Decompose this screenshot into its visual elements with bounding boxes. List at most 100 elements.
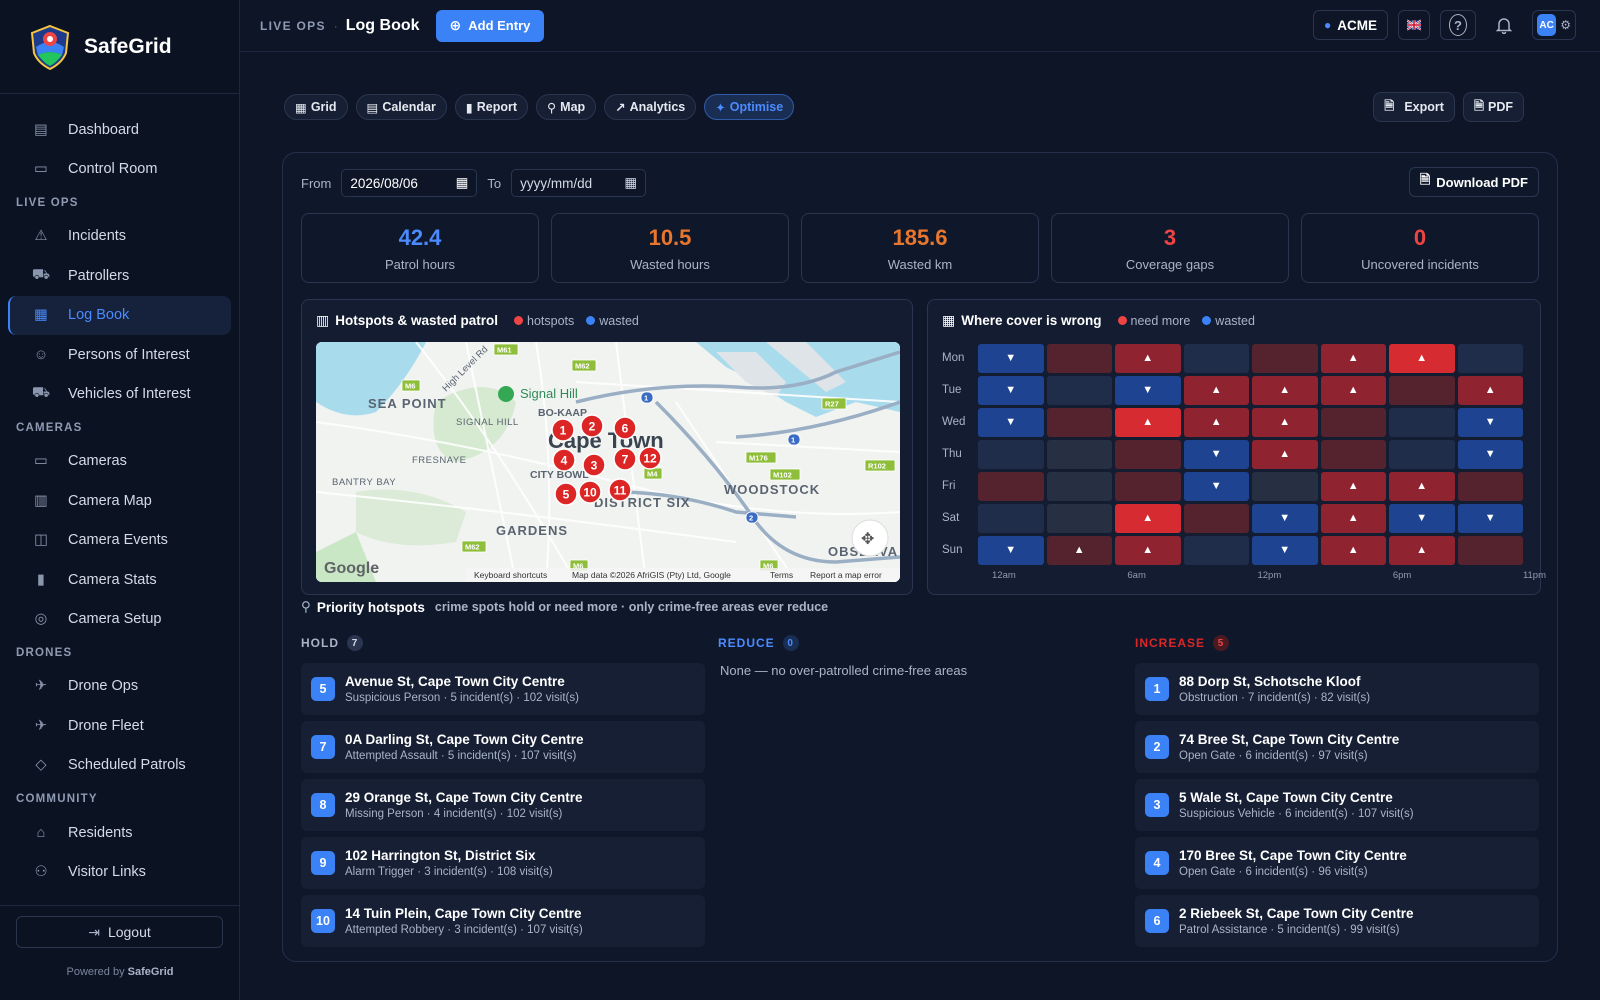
heatmap-cell[interactable]: ▲: [1320, 471, 1386, 501]
heatmap-cell[interactable]: ▲: [1115, 535, 1181, 565]
map-report-error[interactable]: Report a map error: [810, 570, 882, 580]
list-item[interactable]: 2 74 Bree St, Cape Town City Centre Open G…: [1135, 721, 1539, 773]
heatmap-cell[interactable]: ▲: [1320, 375, 1386, 405]
heatmap-cell[interactable]: [1115, 439, 1181, 469]
heatmap-cell[interactable]: [1046, 439, 1112, 469]
heatmap-cell[interactable]: ▼: [1183, 439, 1249, 469]
add-entry-button[interactable]: ⊕ Add Entry: [435, 9, 545, 42]
sidebar-item-incidents[interactable]: ⚠ Incidents: [8, 217, 231, 256]
breadcrumb[interactable]: LIVE OPS: [260, 19, 326, 33]
tab-optimise[interactable]: ✦ Optimise: [704, 94, 795, 120]
tab-grid[interactable]: ▦ Grid: [284, 94, 348, 120]
sidebar-item-residents[interactable]: ⌂ Residents: [8, 813, 231, 852]
list-item[interactable]: 6 2 Riebeek St, Cape Town City Centre Patr…: [1135, 895, 1539, 947]
heatmap-cell[interactable]: ▲: [1115, 343, 1181, 373]
hotspot-marker[interactable]: 12: [638, 446, 662, 470]
org-selector[interactable]: ● ACME: [1313, 10, 1388, 40]
logout-button[interactable]: ⇥ Logout: [16, 916, 223, 948]
heatmap-cell[interactable]: ▲: [1389, 343, 1455, 373]
list-item[interactable]: 9 102 Harrington St, District Six Alarm Tr…: [301, 837, 705, 889]
sidebar-item-vehicles-of-interest[interactable]: ⛟ Vehicles of Interest: [8, 374, 231, 413]
heatmap-cell[interactable]: ▲: [1389, 471, 1455, 501]
heatmap-cell[interactable]: ▲: [1183, 375, 1249, 405]
heatmap-cell[interactable]: [978, 503, 1044, 533]
sidebar-item-visitor-links[interactable]: ⚇ Visitor Links: [8, 852, 231, 891]
heatmap-cell[interactable]: [1046, 471, 1112, 501]
heatmap-cell[interactable]: ▲: [1320, 343, 1386, 373]
brand[interactable]: SafeGrid: [0, 0, 239, 94]
heatmap-cell[interactable]: ▲: [1389, 535, 1455, 565]
heatmap-cell[interactable]: ▼: [1183, 471, 1249, 501]
tab-report[interactable]: ▮ Report: [454, 94, 528, 120]
heatmap-cell[interactable]: ▲: [1115, 503, 1181, 533]
heatmap-cell[interactable]: ▼: [978, 407, 1044, 437]
list-item[interactable]: 10 14 Tuin Plein, Cape Town City Centre At…: [301, 895, 705, 947]
help-button[interactable]: ?: [1440, 10, 1476, 40]
heatmap-cell[interactable]: [1252, 343, 1318, 373]
list-item[interactable]: 8 29 Orange St, Cape Town City Centre Miss…: [301, 779, 705, 831]
sidebar-item-drone-ops[interactable]: ✈ Drone Ops: [8, 667, 231, 706]
heatmap-cell[interactable]: ▲: [1252, 407, 1318, 437]
heatmap-cell[interactable]: [1252, 471, 1318, 501]
heatmap-cell[interactable]: ▲: [1115, 407, 1181, 437]
list-item[interactable]: 7 0A Darling St, Cape Town City Centre Att…: [301, 721, 705, 773]
tab-analytics[interactable]: ↗ Analytics: [604, 94, 697, 120]
tab-calendar[interactable]: ▤ Calendar: [355, 94, 447, 120]
heatmap-cell[interactable]: ▼: [1457, 439, 1523, 469]
heatmap-cell[interactable]: ▼: [978, 375, 1044, 405]
sidebar-item-control-room[interactable]: ▭ Control Room: [8, 149, 231, 188]
hotspot-map[interactable]: SEA POINT SIGNAL HILL Signal Hill BO-KAA…: [316, 342, 900, 582]
map-canvas[interactable]: SEA POINT SIGNAL HILL Signal Hill BO-KAA…: [316, 342, 900, 582]
heatmap-cell[interactable]: [978, 439, 1044, 469]
sidebar-item-patrollers[interactable]: ⛟ Patrollers: [8, 256, 231, 295]
sidebar-item-scheduled-patrols[interactable]: ◇ Scheduled Patrols: [8, 745, 231, 784]
heatmap-cell[interactable]: ▼: [1115, 375, 1181, 405]
heatmap-cell[interactable]: ▼: [978, 535, 1044, 565]
heatmap-cell[interactable]: ▲: [1320, 503, 1386, 533]
notifications-button[interactable]: [1486, 10, 1522, 40]
heatmap-cell[interactable]: ▼: [978, 343, 1044, 373]
hotspot-marker[interactable]: 2: [580, 414, 604, 438]
heatmap-cell[interactable]: [1046, 343, 1112, 373]
heatmap-cell[interactable]: ▲: [1252, 375, 1318, 405]
heatmap-cell[interactable]: [1320, 407, 1386, 437]
heatmap-cell[interactable]: ▼: [1457, 503, 1523, 533]
heatmap-cell[interactable]: [1389, 375, 1455, 405]
heatmap-cell[interactable]: [1183, 535, 1249, 565]
list-item[interactable]: 1 88 Dorp St, Schotsche Kloof Obstruction …: [1135, 663, 1539, 715]
list-item[interactable]: 4 170 Bree St, Cape Town City Centre Open …: [1135, 837, 1539, 889]
sidebar-item-camera-stats[interactable]: ▮ Camera Stats: [8, 560, 231, 599]
heatmap-cell[interactable]: ▲: [1320, 535, 1386, 565]
heatmap-cell[interactable]: [1183, 343, 1249, 373]
hotspot-marker[interactable]: 1: [551, 418, 575, 442]
heatmap-cell[interactable]: [1457, 535, 1523, 565]
heatmap-cell[interactable]: [1457, 471, 1523, 501]
heatmap-cell[interactable]: ▼: [1252, 535, 1318, 565]
heatmap-cell[interactable]: [1320, 439, 1386, 469]
heatmap-cell[interactable]: [978, 471, 1044, 501]
hotspot-marker[interactable]: 11: [608, 478, 632, 502]
sidebar-item-persons-of-interest[interactable]: ☺ Persons of Interest: [8, 335, 231, 374]
sidebar-item-drone-fleet[interactable]: ✈ Drone Fleet: [8, 706, 231, 745]
heatmap-cell[interactable]: [1389, 439, 1455, 469]
heatmap-cell[interactable]: [1115, 471, 1181, 501]
heatmap-cell[interactable]: ▲: [1183, 407, 1249, 437]
heatmap-cell[interactable]: [1046, 375, 1112, 405]
sidebar-item-camera-setup[interactable]: ◎ Camera Setup: [8, 599, 231, 638]
heatmap-cell[interactable]: ▲: [1046, 535, 1112, 565]
language-selector[interactable]: [1398, 10, 1430, 40]
sidebar-item-log-book[interactable]: ▦ Log Book: [8, 295, 231, 335]
hotspot-marker[interactable]: 7: [613, 447, 637, 471]
map-keyboard-shortcuts[interactable]: Keyboard shortcuts: [474, 570, 547, 580]
heatmap-cell[interactable]: [1389, 407, 1455, 437]
pdf-button[interactable]: 🗎 PDF: [1462, 92, 1524, 122]
hotspot-marker[interactable]: 6: [613, 416, 637, 440]
sidebar-item-cameras[interactable]: ▭ Cameras: [8, 442, 231, 481]
heatmap-cell[interactable]: [1046, 407, 1112, 437]
user-menu[interactable]: AC ⚙: [1532, 10, 1576, 40]
hotspot-marker[interactable]: 5: [554, 482, 578, 506]
map-terms[interactable]: Terms: [770, 570, 793, 580]
tab-map[interactable]: ⚲ Map: [536, 94, 597, 120]
download-pdf-button[interactable]: 🗎 Download PDF: [1408, 167, 1539, 197]
hotspot-marker[interactable]: 4: [552, 448, 576, 472]
